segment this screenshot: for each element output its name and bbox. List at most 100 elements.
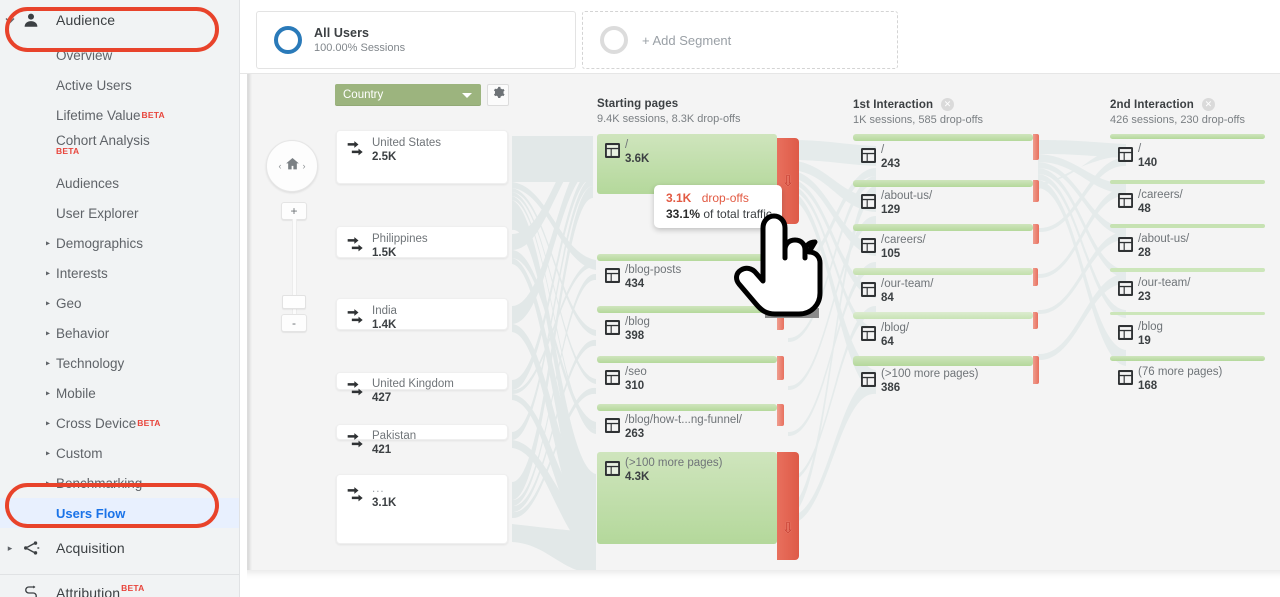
- flow-node-page[interactable]: /blog-posts 434: [597, 254, 777, 292]
- sidebar-item-users-flow[interactable]: Users Flow: [0, 498, 239, 528]
- flow-node-page[interactable]: /our-team/ 84: [853, 268, 1033, 306]
- node-value: 2.5K: [372, 151, 396, 163]
- dropoff-bar[interactable]: [1033, 134, 1039, 160]
- flow-node-page[interactable]: (>100 more pages) 386: [853, 356, 1033, 394]
- node-label: (76 more pages): [1138, 366, 1222, 378]
- page-icon: [1118, 193, 1133, 213]
- segment-subtitle: 100.00% Sessions: [314, 42, 405, 54]
- node-value: 64: [881, 336, 894, 348]
- node-volume-bar: [1110, 224, 1265, 228]
- sidebar-item-cohort-analysis[interactable]: Cohort Analysis BETA: [0, 130, 239, 168]
- flow-node-page[interactable]: (76 more pages) 168: [1110, 356, 1265, 394]
- flow-node-page[interactable]: (>100 more pages) 4.3K: [597, 452, 777, 544]
- chevron-right-icon: ▸: [46, 479, 50, 488]
- column-subtitle: 9.4K sessions, 8.3K drop-offs: [597, 113, 741, 125]
- flow-node-page[interactable]: /about-us/ 129: [853, 180, 1033, 218]
- sidebar-section-attribution[interactable]: Attribution BETA: [0, 575, 239, 597]
- flow-node-page[interactable]: /careers/ 105: [853, 224, 1033, 262]
- flow-node-page[interactable]: /seo 310: [597, 356, 777, 394]
- sidebar-item-benchmarking[interactable]: ▸ Benchmarking: [0, 468, 239, 498]
- dropoff-bar[interactable]: [777, 254, 784, 280]
- beta-badge: BETA: [56, 148, 150, 155]
- chevron-left-icon[interactable]: ‹: [279, 161, 282, 171]
- flow-node-page[interactable]: / 243: [853, 134, 1033, 172]
- flow-node-page[interactable]: /about-us/ 28: [1110, 224, 1265, 262]
- dropoff-bar[interactable]: [1033, 224, 1039, 244]
- zoom-slider-handle[interactable]: [282, 295, 306, 309]
- dropoff-bar[interactable]: [1033, 268, 1038, 286]
- chevron-right-icon[interactable]: ›: [303, 161, 306, 171]
- home-navigation-button[interactable]: ‹ ›: [266, 140, 318, 192]
- segment-donut-icon: [274, 26, 302, 54]
- sidebar-item-behavior[interactable]: ▸ Behavior: [0, 318, 239, 348]
- flow-node-page[interactable]: /careers/ 48: [1110, 180, 1265, 218]
- node-value: 140: [1138, 157, 1157, 169]
- sidebar-item-interests[interactable]: ▸ Interests: [0, 258, 239, 288]
- flow-node-country[interactable]: Pakistan 421: [336, 424, 508, 440]
- flow-node-country[interactable]: ... 3.1K: [336, 474, 508, 544]
- double-arrow-icon: [346, 379, 366, 399]
- chevron-right-icon: ▸: [46, 269, 50, 278]
- sidebar-section-audience[interactable]: Audience: [0, 0, 239, 40]
- flow-node-page[interactable]: /blog/ 64: [853, 312, 1033, 350]
- sidebar-item-geo[interactable]: ▸ Geo: [0, 288, 239, 318]
- flow-node-page[interactable]: /blog 19: [1110, 312, 1265, 350]
- close-icon[interactable]: ✕: [941, 98, 954, 111]
- sidebar-item-mobile[interactable]: ▸ Mobile: [0, 378, 239, 408]
- flow-node-country[interactable]: United States 2.5K: [336, 130, 508, 184]
- flow-node-country[interactable]: India 1.4K: [336, 298, 508, 330]
- flow-node-country[interactable]: Philippines 1.5K: [336, 226, 508, 258]
- dropoff-bar[interactable]: ⇩: [777, 452, 799, 560]
- flow-node-page[interactable]: / 140: [1110, 134, 1265, 172]
- node-value: 1.4K: [372, 319, 396, 331]
- column-header-starting-pages: Starting pages 9.4K sessions, 8.3K drop-…: [597, 98, 741, 125]
- node-value: 168: [1138, 380, 1157, 392]
- dimension-select[interactable]: Country: [335, 84, 481, 106]
- flow-node-page[interactable]: /our-team/ 23: [1110, 268, 1265, 306]
- sidebar-item-demographics[interactable]: ▸ Demographics: [0, 228, 239, 258]
- chevron-right-icon: ▸: [4, 542, 16, 554]
- sidebar-item-lifetime-value[interactable]: Lifetime ValueBETA: [0, 100, 239, 130]
- add-segment-button[interactable]: + Add Segment: [582, 11, 898, 69]
- zoom-slider[interactable]: + -: [281, 202, 307, 332]
- sidebar-item-custom[interactable]: ▸ Custom: [0, 438, 239, 468]
- dropoff-bar[interactable]: [777, 306, 784, 330]
- sidebar-item-audiences[interactable]: Audiences: [0, 168, 239, 198]
- node-label: /: [625, 139, 628, 151]
- page-icon: [605, 268, 620, 288]
- sidebar-item-active-users[interactable]: Active Users: [0, 70, 239, 100]
- node-volume-bar: [853, 268, 1033, 275]
- sidebar-section-acquisition[interactable]: ▸ Acquisition: [0, 528, 239, 568]
- close-icon[interactable]: ✕: [1202, 98, 1215, 111]
- home-icon[interactable]: [284, 156, 301, 177]
- dropoff-bar[interactable]: [1033, 180, 1039, 202]
- column-title: 2nd Interaction: [1110, 99, 1194, 111]
- zoom-in-button[interactable]: +: [281, 202, 307, 220]
- page-icon: [1118, 237, 1133, 257]
- chevron-right-icon: ▸: [46, 419, 50, 428]
- flow-node-country[interactable]: United Kingdom 427: [336, 372, 508, 390]
- node-volume-bar: [1110, 134, 1265, 139]
- sidebar-item-user-explorer[interactable]: User Explorer: [0, 198, 239, 228]
- chevron-right-icon: ▸: [46, 389, 50, 398]
- zoom-out-button[interactable]: -: [281, 314, 307, 332]
- segment-all-users[interactable]: All Users 100.00% Sessions: [256, 11, 576, 69]
- dropoff-bar[interactable]: [777, 356, 784, 380]
- sidebar-item-cross-device[interactable]: ▸ Cross DeviceBETA: [0, 408, 239, 438]
- flow-settings-button[interactable]: [487, 84, 509, 106]
- node-label: /careers/: [881, 234, 926, 246]
- sidebar-item-technology[interactable]: ▸ Technology: [0, 348, 239, 378]
- chevron-right-icon: ▸: [46, 449, 50, 458]
- sidebar-item-overview[interactable]: Overview: [0, 40, 239, 70]
- dropoff-bar[interactable]: [777, 404, 784, 426]
- flow-node-page[interactable]: /blog 398: [597, 306, 777, 344]
- dropoff-bar[interactable]: [1033, 356, 1039, 384]
- chevron-down-icon: [4, 14, 16, 26]
- flow-node-page[interactable]: /blog/how-t...ng-funnel/ 263: [597, 404, 777, 442]
- page-icon: [605, 143, 620, 163]
- node-label: /about-us/: [1138, 233, 1189, 245]
- tooltip-percent: 33.1%: [666, 207, 700, 221]
- segment-title: All Users: [314, 26, 405, 40]
- dropoff-bar[interactable]: [1033, 312, 1038, 329]
- node-volume-bar: [853, 224, 1033, 231]
